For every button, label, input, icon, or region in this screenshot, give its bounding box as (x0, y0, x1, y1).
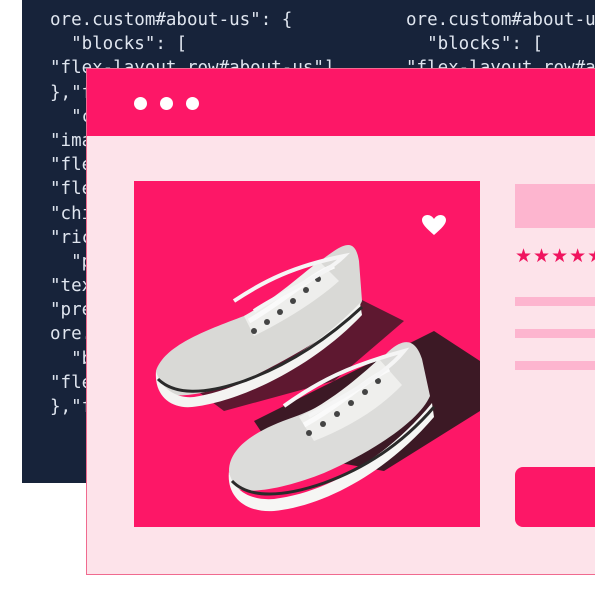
window-dot-2 (160, 97, 173, 110)
product-title-placeholder (515, 184, 595, 228)
heart-icon[interactable] (422, 215, 446, 235)
code-line: ore.custom#about-us": { (406, 10, 595, 30)
window-titlebar (87, 69, 595, 136)
window-dot-3 (186, 97, 199, 110)
add-to-cart-button[interactable] (515, 467, 595, 527)
storefront-window: ★★★★★ (86, 68, 595, 575)
code-line: "blocks": [ (406, 34, 543, 55)
marketing-illustration: ore.custom#about-us": { "blocks": ["flex… (0, 0, 595, 603)
description-line-placeholder (515, 361, 595, 370)
description-line-placeholder (515, 297, 595, 306)
window-dot-1 (134, 97, 147, 110)
product-image (134, 181, 480, 527)
sneakers-image (155, 215, 480, 512)
rating-stars: ★★★★★ (515, 245, 595, 267)
description-line-placeholder (515, 329, 595, 338)
code-line: "blocks": [ (50, 34, 187, 55)
code-line: ore.custom#about-us": { (50, 10, 293, 30)
